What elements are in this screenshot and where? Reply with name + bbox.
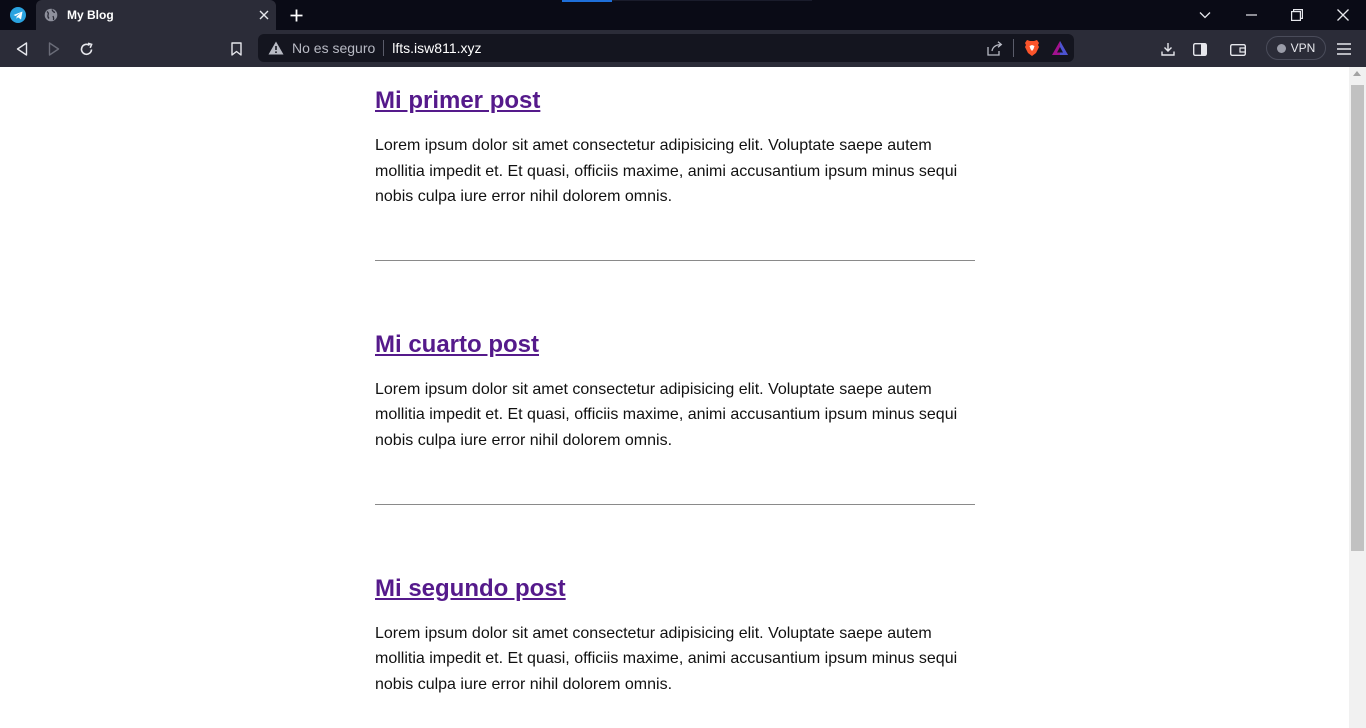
minimize-icon[interactable] xyxy=(1228,0,1274,30)
tab-loading-indicator xyxy=(562,0,612,2)
page-viewport: Mi primer post Lorem ipsum dolor sit ame… xyxy=(0,67,1349,728)
forward-icon[interactable] xyxy=(40,35,68,63)
url-separator xyxy=(383,40,385,56)
close-window-icon[interactable] xyxy=(1320,0,1366,30)
tab-title: My Blog xyxy=(67,8,114,22)
new-tab-icon[interactable] xyxy=(284,3,308,27)
vpn-label: VPN xyxy=(1290,41,1316,55)
brave-shields-icon[interactable] xyxy=(1018,34,1046,62)
post-excerpt: Lorem ipsum dolor sit amet consectetur a… xyxy=(375,380,958,449)
pinned-tab-telegram[interactable] xyxy=(0,0,36,30)
post-title-link[interactable]: Mi segundo post xyxy=(375,575,566,603)
scroll-up-arrow-icon[interactable] xyxy=(1353,71,1361,76)
reload-icon[interactable] xyxy=(72,35,100,63)
wallet-icon[interactable] xyxy=(1224,35,1252,63)
blog-post: Mi primer post Lorem ipsum dolor sit ame… xyxy=(375,67,975,261)
tab-loading-track xyxy=(612,0,812,1)
vpn-button[interactable]: VPN xyxy=(1266,36,1326,60)
sidebar-icon[interactable] xyxy=(1186,35,1214,63)
vpn-status-dot xyxy=(1276,43,1286,53)
share-icon[interactable] xyxy=(981,34,1009,62)
post-title-link[interactable]: Mi primer post xyxy=(375,87,540,115)
close-tab-icon[interactable] xyxy=(252,3,276,27)
page-scrollbar[interactable] xyxy=(1349,67,1366,728)
post-excerpt: Lorem ipsum dolor sit amet consectetur a… xyxy=(375,137,958,206)
warning-icon[interactable] xyxy=(268,40,284,56)
blog-posts: Mi primer post Lorem ipsum dolor sit ame… xyxy=(375,67,975,697)
restore-icon[interactable] xyxy=(1274,0,1320,30)
back-icon[interactable] xyxy=(8,35,36,63)
download-icon[interactable] xyxy=(1154,35,1182,63)
browser-toolbar: No es seguro lfts.isw811.xyz VPN xyxy=(0,30,1366,67)
scrollbar-thumb[interactable] xyxy=(1351,85,1364,551)
bookmark-icon[interactable] xyxy=(222,35,250,63)
tab-my-blog[interactable]: My Blog xyxy=(36,0,276,30)
post-title-link[interactable]: Mi cuarto post xyxy=(375,331,539,359)
tab-strip: My Blog xyxy=(0,0,1366,30)
brave-rewards-icon[interactable] xyxy=(1046,34,1074,62)
post-excerpt: Lorem ipsum dolor sit amet consectetur a… xyxy=(375,624,958,693)
blog-post: Mi segundo post Lorem ipsum dolor sit am… xyxy=(375,505,975,698)
tab-search-chevron-icon[interactable] xyxy=(1182,0,1228,30)
telegram-icon xyxy=(10,7,26,23)
url-text[interactable]: lfts.isw811.xyz xyxy=(392,40,981,56)
globe-icon xyxy=(44,8,58,22)
address-bar[interactable]: No es seguro lfts.isw811.xyz xyxy=(258,34,1074,62)
blog-post: Mi cuarto post Lorem ipsum dolor sit ame… xyxy=(375,261,975,505)
url-separator xyxy=(1013,39,1014,57)
menu-icon[interactable] xyxy=(1330,35,1358,63)
security-status-label[interactable]: No es seguro xyxy=(292,40,375,56)
